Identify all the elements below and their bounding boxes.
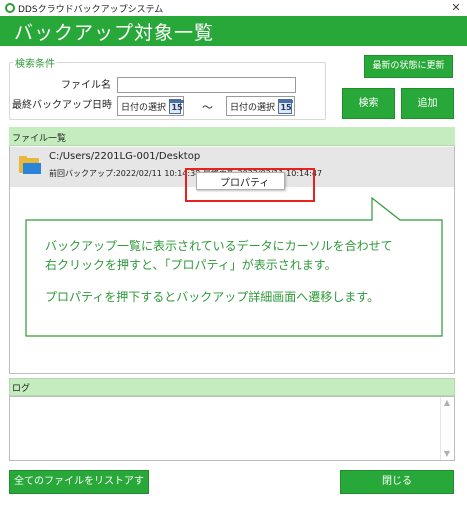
close-window-icon[interactable]: ✕ (449, 1, 463, 15)
search-conditions-legend: 検索条件 (13, 55, 57, 70)
date-to-picker[interactable]: 日付の選択 15 (226, 96, 295, 116)
app-logo-icon (5, 3, 15, 13)
chevron-up-icon[interactable]: ▲ (440, 398, 454, 407)
log-title: ログ (12, 384, 31, 394)
callout-text-line: 右クリックを押すと、「プロパティ」が表示されます。 (45, 258, 337, 272)
window-title: DDSクラウドバックアップシステム (18, 5, 164, 15)
file-list-header (9, 127, 455, 146)
file-list-title: ファイル一覧 (12, 134, 67, 144)
callout-text-line: プロパティを押下するとバックアップ詳細画面へ遷移します。 (45, 290, 380, 304)
date-from-label: 日付の選択 (121, 102, 167, 113)
date-range-separator: ～ (202, 101, 213, 114)
calendar-icon: 15 (169, 98, 185, 114)
calendar-icon: 15 (278, 98, 294, 114)
filename-label: ファイル名 (61, 80, 111, 91)
add-button[interactable]: 追加 (401, 88, 454, 119)
restore-all-files-button[interactable]: 全てのファイルをリストアする (9, 470, 149, 509)
log-textarea[interactable] (9, 396, 455, 461)
highlight-box (185, 168, 315, 202)
close-button[interactable]: 閉じる (340, 470, 454, 494)
date-from-picker[interactable]: 日付の選択 15 (117, 96, 185, 116)
last-backup-date-label: 最終バックアップ日時 (12, 100, 112, 111)
callout-text-line: バックアップ一覧に表示されているデータにカーソルを合わせて (45, 239, 393, 253)
page-title: バックアップ対象一覧 (14, 22, 215, 44)
chevron-down-icon[interactable]: ▼ (440, 449, 454, 458)
refresh-button[interactable]: 最新の状態に更新 (364, 55, 453, 78)
file-path: C:/Users/2201LG-001/Desktop (49, 151, 201, 162)
date-to-label: 日付の選択 (230, 102, 276, 113)
search-button[interactable]: 検索 (342, 88, 395, 119)
filename-input[interactable] (117, 77, 296, 93)
folder-icon (19, 156, 41, 174)
log-header (9, 378, 455, 396)
